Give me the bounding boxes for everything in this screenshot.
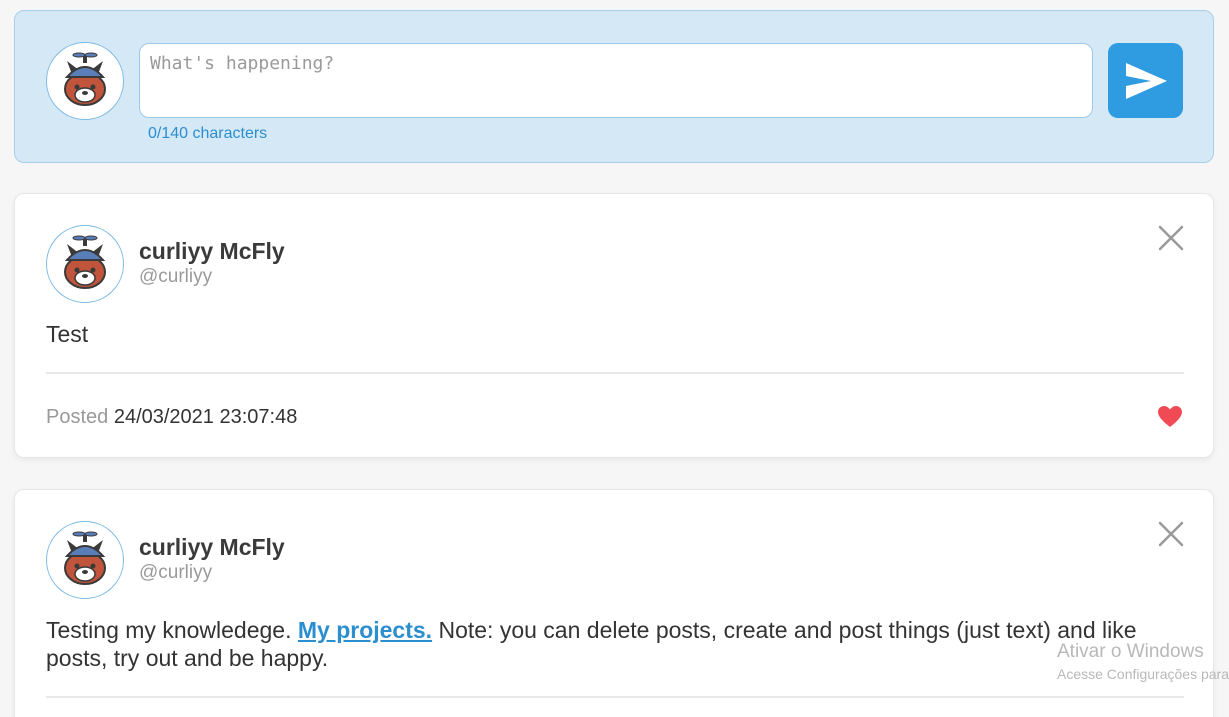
delete-post-button[interactable] — [1157, 224, 1185, 252]
send-button[interactable] — [1108, 43, 1183, 118]
red-panda-avatar-icon — [64, 235, 106, 289]
watermark-line-2: Acesse Configurações para — [1057, 666, 1229, 682]
close-icon — [1158, 225, 1184, 251]
author-name: curliyy McFly — [139, 238, 285, 264]
post-text: Test — [46, 321, 89, 347]
send-icon — [1125, 62, 1167, 99]
red-panda-avatar-icon — [64, 531, 106, 585]
like-button[interactable] — [1157, 404, 1183, 430]
delete-post-button[interactable] — [1157, 520, 1185, 548]
post-divider — [46, 372, 1184, 374]
post-text-before-link: Testing my knowledege. — [46, 617, 292, 643]
watermark-line-1: Ativar o Windows — [1057, 641, 1204, 662]
author-name: curliyy McFly — [139, 534, 285, 560]
red-panda-avatar-icon — [64, 52, 106, 106]
post-timestamp: 24/03/2021 23:07:48 — [113, 406, 298, 428]
post-divider — [46, 696, 1184, 698]
tweet-composer: 0/140 characters — [14, 10, 1214, 163]
heart-icon — [1158, 406, 1182, 427]
close-icon — [1158, 521, 1184, 547]
projects-link[interactable]: My projects. — [298, 617, 432, 643]
post-card: curliyy McFly @curliyy Testing my knowle… — [14, 489, 1214, 717]
post-card: curliyy McFly @curliyy Test Posted 24/03… — [14, 193, 1214, 458]
author-handle: @curliyy — [139, 266, 213, 287]
post-text: Testing my knowledege. My projects. Note… — [46, 616, 1186, 672]
posted-label: Posted — [46, 406, 109, 428]
post-footer: Posted 24/03/2021 23:07:48 — [46, 406, 297, 429]
author-avatar — [46, 521, 124, 599]
character-counter: 0/140 characters — [148, 125, 268, 142]
user-avatar — [46, 42, 124, 120]
author-handle: @curliyy — [139, 562, 213, 583]
author-avatar — [46, 225, 124, 303]
compose-input[interactable] — [139, 43, 1093, 118]
windows-activation-watermark: Ativar o Windows Acesse Configurações pa… — [1057, 641, 1229, 682]
